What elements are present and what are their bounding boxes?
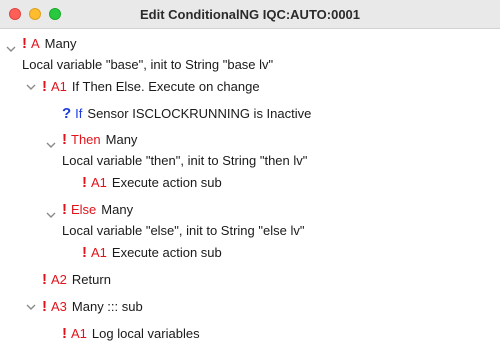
error-icon: ! [82, 244, 87, 261]
tree-node-local-variable-base[interactable]: Local variable "base", init to String "b… [22, 55, 273, 75]
error-icon: ! [62, 201, 67, 218]
error-icon: ! [42, 298, 47, 315]
tree-node-local-variable-then[interactable]: Local variable "then", init to String "t… [62, 151, 307, 171]
conditional-tree: ! A Many Local variable "base", init to St… [0, 28, 500, 357]
node-text: Local variable "else", init to String "e… [62, 223, 305, 238]
chevron-down-icon[interactable] [45, 209, 57, 221]
title-bar: Edit ConditionalNG IQC:AUTO:0001 [0, 0, 500, 29]
node-text: Many ::: sub [71, 299, 143, 314]
node-code: If [75, 106, 83, 121]
error-icon: ! [82, 174, 87, 191]
tree-node-a1-log-local-variables[interactable]: ! A1 Log local variables [62, 324, 200, 344]
error-icon: ! [22, 35, 27, 52]
node-text: Execute action sub [111, 175, 222, 190]
tree-node-a2-return[interactable]: ! A2 Return [42, 270, 111, 290]
node-code: Else [71, 202, 97, 217]
node-text: Local variable "then", init to String "t… [62, 153, 308, 168]
node-text: Many [101, 202, 134, 217]
tree-node-a-many[interactable]: ! A Many [6, 34, 77, 54]
error-icon: ! [42, 271, 47, 288]
question-icon: ? [62, 105, 72, 122]
tree-node-a3-many-sub[interactable]: ! A3 Many ::: sub [26, 297, 143, 317]
chevron-down-icon[interactable] [25, 301, 37, 313]
node-code: A1 [91, 175, 107, 190]
node-text: Local variable "base", init to String "b… [22, 57, 274, 72]
node-code: A1 [51, 79, 67, 94]
error-icon: ! [42, 78, 47, 95]
node-text: Log local variables [91, 326, 200, 341]
node-code: Then [71, 132, 101, 147]
tree-node-if-sensor[interactable]: ? If Sensor ISCLOCKRUNNING is Inactive [62, 104, 311, 124]
node-code: A1 [71, 326, 87, 341]
node-text: Many [105, 132, 138, 147]
window-title: Edit ConditionalNG IQC:AUTO:0001 [139, 7, 361, 22]
editor-window: Edit ConditionalNG IQC:AUTO:0001 ! A Many … [0, 0, 500, 357]
tree-node-else-many[interactable]: ! Else Many [46, 200, 134, 220]
node-code: A2 [51, 272, 67, 287]
node-code: A1 [91, 245, 107, 260]
node-text: Sensor ISCLOCKRUNNING is Inactive [87, 106, 312, 121]
error-icon: ! [62, 325, 67, 342]
chevron-down-icon[interactable] [45, 139, 57, 151]
tree-node-then-many[interactable]: ! Then Many [46, 130, 138, 150]
node-text: Execute action sub [111, 245, 222, 260]
chevron-down-icon[interactable] [25, 81, 37, 93]
chevron-down-icon[interactable] [5, 43, 17, 55]
node-text: Many [44, 36, 77, 51]
node-text: Return [71, 272, 111, 287]
tree-node-local-variable-else[interactable]: Local variable "else", init to String "e… [62, 221, 304, 241]
tree-node-else-a1-execute[interactable]: ! A1 Execute action sub [82, 243, 222, 263]
tree-node-then-a1-execute[interactable]: ! A1 Execute action sub [82, 173, 222, 193]
error-icon: ! [62, 131, 67, 148]
node-text: If Then Else. Execute on change [71, 79, 260, 94]
node-code: A [31, 36, 40, 51]
node-code: A3 [51, 299, 67, 314]
tree-node-a1-if-then-else[interactable]: ! A1 If Then Else. Execute on change [26, 77, 260, 97]
